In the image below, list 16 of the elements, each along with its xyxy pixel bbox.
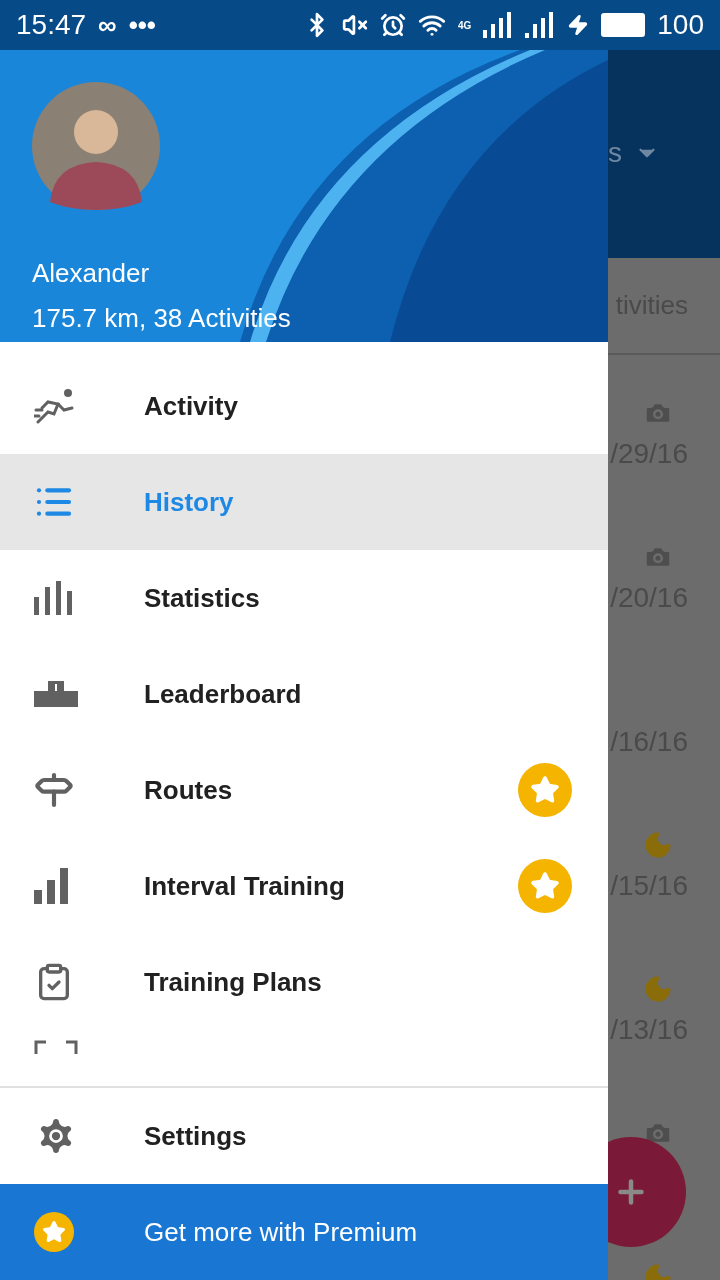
network-label: 4G (457, 18, 472, 33)
menu-item[interactable]: Activity (0, 358, 608, 454)
screen-title: s (608, 136, 622, 170)
menu-item[interactable]: Routes (0, 742, 608, 838)
menu-item[interactable]: Statistics (0, 550, 608, 646)
menu-item[interactable]: Training Plans (0, 934, 608, 1030)
profile-name: Alexander (32, 257, 151, 290)
status-glyph: ••• (128, 8, 156, 42)
status-glyph: ∞ (98, 8, 117, 42)
profile-summary: 175.7 km, 38 Activities (32, 302, 292, 335)
menu-item[interactable]: Settings (0, 1088, 608, 1184)
battery-level: 100 (657, 8, 704, 42)
menu-item[interactable]: Get more with Premium (0, 1184, 608, 1280)
clock: 15:47 (16, 8, 87, 42)
menu-item[interactable]: Interval Training (0, 838, 608, 934)
menu-item[interactable]: Leaderboard (0, 646, 608, 742)
